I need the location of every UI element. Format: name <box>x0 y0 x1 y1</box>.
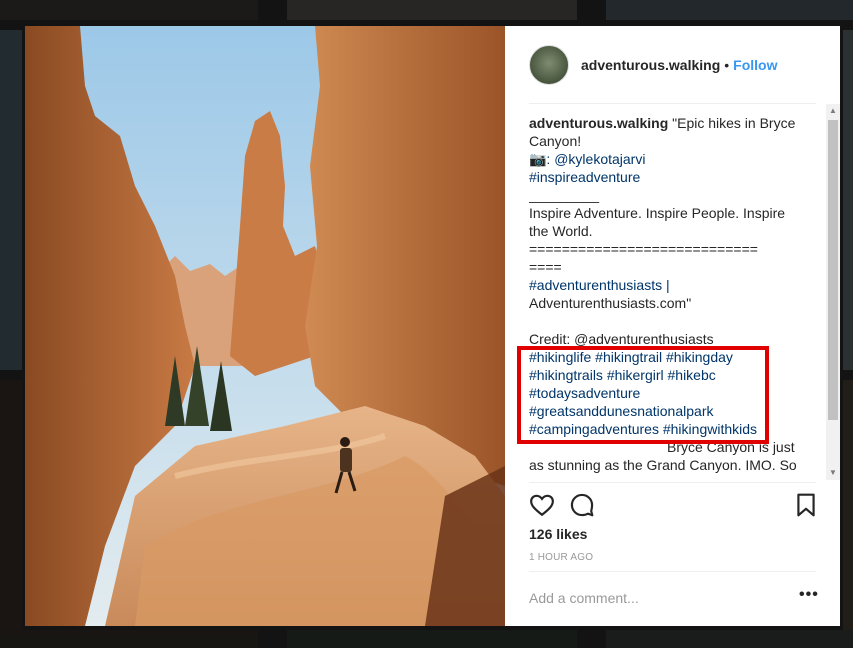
caption-line: Credit: @adventurenthusiasts <box>529 331 714 347</box>
caption-line: #inspireadventure <box>529 168 821 186</box>
caption-line: #adventurenthusiasts | <box>529 276 821 294</box>
avatar[interactable] <box>529 44 569 85</box>
caption-line: _________ <box>529 187 600 203</box>
caption-username[interactable]: adventurous.walking <box>529 115 668 131</box>
bookmark-icon[interactable] <box>793 492 819 518</box>
more-options-icon[interactable]: ••• <box>799 587 819 603</box>
post-timestamp: 1 HOUR AGO <box>529 552 594 563</box>
hashtag-link[interactable]: #todaysadventure <box>529 385 640 401</box>
caption-scrollbar[interactable]: ▲ ▼ <box>826 104 840 480</box>
caption-line-credit: 📷: @kylekotajarvi <box>529 150 821 168</box>
likes-count[interactable]: 126 likes <box>529 526 587 542</box>
divider <box>529 571 816 572</box>
header-separator: • <box>724 56 730 73</box>
caption-line: ==== <box>529 259 562 275</box>
caption-line: adventurous.walking "Epic hikes in Bryce <box>529 115 796 131</box>
canyon-illustration <box>25 26 505 626</box>
caption-line: as stunning as the Grand Canyon. IMO. So <box>529 457 797 473</box>
divider <box>529 482 816 483</box>
hashtag-link[interactable]: #campingadventures #hikingwithkids <box>529 421 757 437</box>
post-header: adventurous.walking • Follow <box>505 26 840 103</box>
caption-line <box>529 312 821 330</box>
post-photo[interactable] <box>25 26 505 626</box>
comment-icon[interactable] <box>569 492 595 518</box>
add-comment-input[interactable] <box>529 586 779 610</box>
caption-line: the World. <box>529 223 593 239</box>
caption-line: Canyon! <box>529 133 582 149</box>
caption-line: #todaysadventure <box>529 384 821 402</box>
caption-line: #hikingtrails #hikergirl #hikebc <box>529 366 821 384</box>
follow-button[interactable]: Follow <box>733 57 777 73</box>
post-actions <box>529 492 819 522</box>
caption-line: Adventurenthusiasts.com" <box>529 295 692 311</box>
caption-line: #campingadventures #hikingwithkids <box>529 420 821 438</box>
divider <box>529 103 816 104</box>
caption-line: #greatsanddunesnationalpark <box>529 402 821 420</box>
hashtag-link[interactable]: #greatsanddunesnationalpark <box>529 403 713 419</box>
hashtag-link[interactable]: #hikingtrails #hikergirl #hikebc <box>529 367 716 383</box>
scroll-thumb[interactable] <box>828 120 838 420</box>
heart-icon[interactable] <box>529 492 555 518</box>
caption-line: Inspire Adventure. Inspire People. Inspi… <box>529 205 786 221</box>
scroll-up-arrow-icon[interactable]: ▲ <box>826 104 840 118</box>
hashtag-link[interactable]: #inspireadventure <box>529 169 640 185</box>
hashtag-link[interactable]: #adventurenthusiasts | <box>529 277 670 293</box>
hashtag-link[interactable]: #hikinglife #hikingtrail #hikingday <box>529 349 733 365</box>
scroll-down-arrow-icon[interactable]: ▼ <box>826 466 840 480</box>
caption-line: Bryce Canyon is just <box>667 439 795 455</box>
caption-area: adventurous.walking "Epic hikes in Bryce… <box>529 114 821 480</box>
caption-line: #hikinglife #hikingtrail #hikingday <box>529 348 821 366</box>
post-details-panel: adventurous.walking • Follow adventurous… <box>505 26 840 626</box>
mention-link[interactable]: 📷: @kylekotajarvi <box>529 151 645 167</box>
caption-line: ============================ <box>529 241 758 257</box>
header-username[interactable]: adventurous.walking <box>581 57 720 73</box>
